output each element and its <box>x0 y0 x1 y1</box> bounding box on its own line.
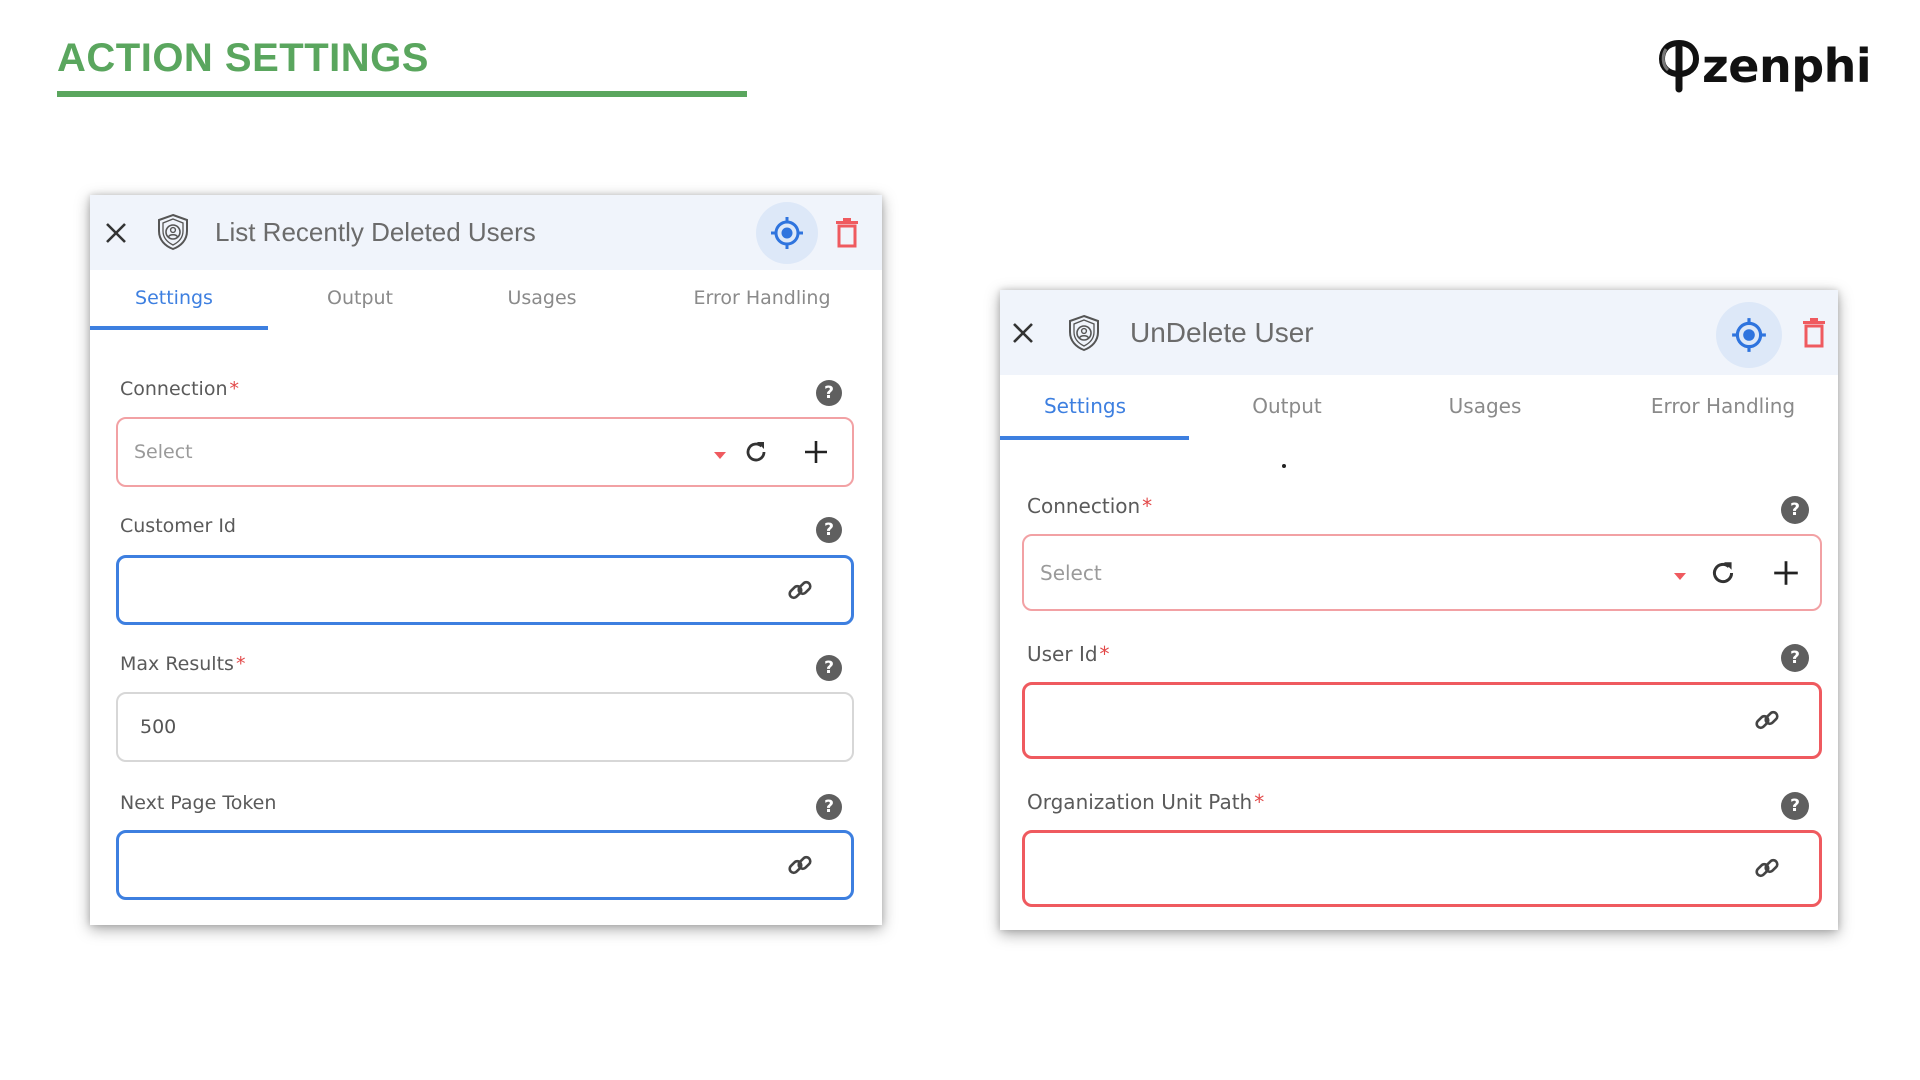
help-icon[interactable]: ? <box>816 380 842 406</box>
required-marker: * <box>1099 642 1110 666</box>
tab-error-handling[interactable]: Error Handling <box>693 287 830 309</box>
connection-select[interactable]: Select <box>1022 534 1822 611</box>
refresh-icon[interactable] <box>1708 558 1738 588</box>
help-icon[interactable]: ? <box>816 517 842 543</box>
max-results-value[interactable]: 500 <box>140 716 176 738</box>
max-results-label-text: Max Results <box>120 653 234 675</box>
brand-logo: zenphi <box>1658 36 1872 96</box>
next-page-token-input[interactable] <box>116 830 854 900</box>
link-icon[interactable] <box>1752 705 1782 735</box>
connection-select[interactable]: Select <box>116 417 854 487</box>
add-icon[interactable] <box>802 438 830 466</box>
panel-title: UnDelete User <box>1130 317 1314 348</box>
tab-usages[interactable]: Usages <box>1449 394 1522 418</box>
connection-label-text: Connection <box>120 378 228 400</box>
required-marker: * <box>229 378 240 400</box>
close-icon[interactable] <box>103 220 129 246</box>
connection-select-placeholder: Select <box>1040 560 1102 585</box>
action-panel-undelete-user: UnDelete User Settings Output Usages Err… <box>1000 290 1838 930</box>
close-icon[interactable] <box>1010 320 1036 346</box>
organization-unit-path-label-text: Organization Unit Path <box>1027 790 1253 814</box>
required-marker: * <box>1142 494 1153 518</box>
link-icon[interactable] <box>1752 853 1782 883</box>
next-page-token-label: Next Page Token <box>120 792 277 814</box>
refresh-icon[interactable] <box>742 438 770 466</box>
user-id-label: User Id * <box>1027 642 1110 666</box>
brand-name: zenphi <box>1702 39 1872 93</box>
panel-header: UnDelete User <box>1000 290 1838 375</box>
target-icon <box>771 217 803 249</box>
tab-output[interactable]: Output <box>327 287 393 309</box>
connection-label: Connection * <box>1027 494 1152 518</box>
max-results-label: Max Results * <box>120 653 245 675</box>
link-icon[interactable] <box>785 575 815 605</box>
help-icon[interactable]: ? <box>1781 496 1809 524</box>
required-marker: * <box>235 653 246 675</box>
help-icon[interactable]: ? <box>1781 644 1809 672</box>
title-underline <box>57 91 747 97</box>
organization-unit-path-label: Organization Unit Path * <box>1027 790 1264 814</box>
organization-unit-path-input[interactable] <box>1022 830 1822 907</box>
customer-id-input[interactable] <box>116 555 854 625</box>
trash-icon[interactable] <box>835 218 859 248</box>
tab-settings[interactable]: Settings <box>1044 394 1126 418</box>
customer-id-label: Customer Id <box>120 515 236 537</box>
organization-unit-path-field[interactable] <box>1041 857 1691 880</box>
next-page-token-field[interactable] <box>135 854 735 876</box>
user-id-field[interactable] <box>1041 709 1691 732</box>
target-icon <box>1732 318 1766 352</box>
panel-title: List Recently Deleted Users <box>215 217 536 247</box>
locate-button[interactable] <box>756 202 818 264</box>
tab-settings[interactable]: Settings <box>135 287 213 309</box>
panel-header: List Recently Deleted Users <box>90 195 882 270</box>
tab-output[interactable]: Output <box>1252 394 1321 418</box>
help-icon[interactable]: ? <box>816 794 842 820</box>
page-title: ACTION SETTINGS <box>57 36 429 80</box>
active-tab-indicator <box>90 326 268 330</box>
trash-icon[interactable] <box>1802 318 1826 348</box>
chevron-down-icon[interactable] <box>1674 573 1686 580</box>
help-icon[interactable]: ? <box>816 655 842 681</box>
tab-error-handling[interactable]: Error Handling <box>1651 394 1795 418</box>
max-results-input[interactable]: 500 <box>116 692 854 762</box>
stray-dot <box>1282 464 1286 468</box>
required-marker: * <box>1254 790 1265 814</box>
active-tab-indicator <box>1000 436 1189 440</box>
locate-button[interactable] <box>1716 302 1782 368</box>
connection-label-text: Connection <box>1027 494 1141 518</box>
user-id-input[interactable] <box>1022 682 1822 759</box>
chevron-down-icon[interactable] <box>714 452 726 459</box>
connection-select-placeholder: Select <box>134 441 193 463</box>
help-icon[interactable]: ? <box>1781 792 1809 820</box>
user-id-label-text: User Id <box>1027 642 1098 666</box>
shield-user-icon <box>158 213 188 251</box>
link-icon[interactable] <box>785 850 815 880</box>
action-panel-list-recently-deleted-users: List Recently Deleted Users Settings Out… <box>90 195 882 925</box>
connection-label: Connection * <box>120 378 239 400</box>
zenphi-logo-icon <box>1658 39 1700 93</box>
customer-id-field[interactable] <box>135 579 735 601</box>
add-icon[interactable] <box>1771 558 1801 588</box>
shield-user-icon <box>1069 314 1099 352</box>
tab-usages[interactable]: Usages <box>507 287 576 309</box>
